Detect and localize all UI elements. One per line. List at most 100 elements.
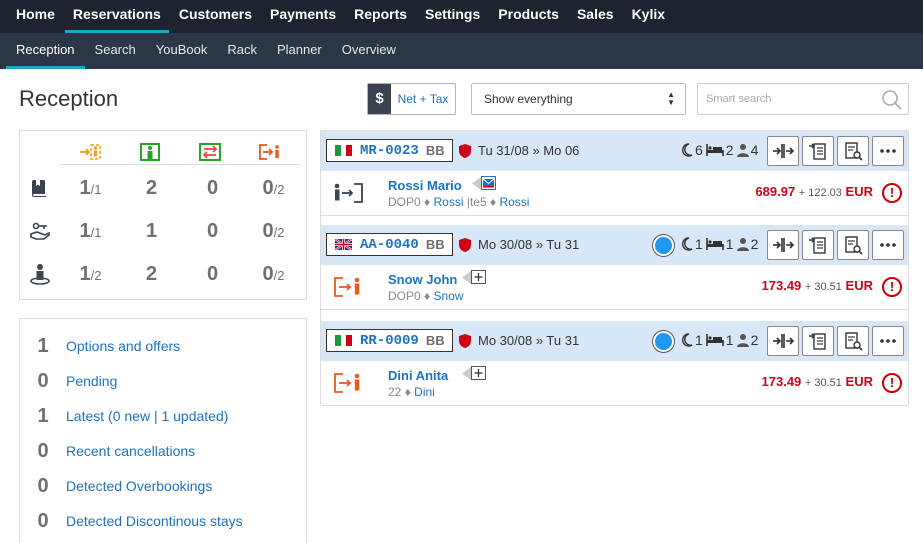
- stat-switch-cell[interactable]: 0: [182, 220, 243, 243]
- tag-icon[interactable]: [461, 270, 486, 284]
- link-label[interactable]: Detected Overbookings: [66, 478, 212, 494]
- smart-search-input[interactable]: Smart search: [697, 83, 909, 115]
- alert-icon[interactable]: !: [882, 373, 902, 393]
- documents-button[interactable]: [802, 326, 834, 356]
- status-dot[interactable]: [653, 331, 674, 352]
- more-options-button[interactable]: [872, 230, 904, 260]
- board-type: BB: [425, 333, 445, 348]
- guest-surname-link[interactable]: Rossi: [433, 195, 463, 209]
- guests-count: 4: [750, 142, 759, 158]
- more-options-button[interactable]: [872, 326, 904, 356]
- nav-reservations[interactable]: Reservations: [64, 0, 169, 33]
- email-icon[interactable]: [481, 176, 496, 190]
- person-icon: [736, 144, 749, 157]
- guest-surname-link[interactable]: Dini: [414, 385, 435, 399]
- guest-name[interactable]: Snow John: [388, 272, 457, 287]
- departure-icon[interactable]: [240, 139, 300, 164]
- split-button[interactable]: [767, 136, 799, 166]
- bed-icon: [705, 334, 724, 346]
- reservation-actions: [764, 136, 904, 166]
- rooms-count: 1: [725, 332, 734, 348]
- person-icon: [736, 238, 749, 251]
- reservation-code-box[interactable]: AA-0040 BB: [326, 233, 453, 256]
- nav-sales[interactable]: Sales: [569, 0, 622, 33]
- stat-switch-cell[interactable]: 0: [182, 263, 243, 286]
- reservation-code-box[interactable]: RR-0009 BB: [326, 329, 453, 352]
- guest-surname-link[interactable]: Snow: [433, 289, 463, 303]
- split-button[interactable]: [767, 326, 799, 356]
- link-recent-cancellations: 0 Recent cancellations: [20, 436, 195, 466]
- link-label[interactable]: Options and offers: [66, 338, 180, 354]
- link-count: 0: [37, 474, 49, 497]
- subnav-search[interactable]: Search: [85, 33, 146, 69]
- split-button[interactable]: [767, 230, 799, 260]
- documents-button[interactable]: [802, 230, 834, 260]
- link-label[interactable]: Detected Discontinous stays: [66, 513, 243, 529]
- link-latest: 1 Latest (0 new | 1 updated): [20, 401, 228, 431]
- nav-payments[interactable]: Payments: [262, 0, 344, 33]
- nav-kylix[interactable]: Kylix: [624, 0, 673, 33]
- tag-icon[interactable]: [471, 176, 496, 190]
- room-switch-icon[interactable]: [180, 139, 240, 164]
- stat-present-cell[interactable]: 2: [121, 177, 182, 200]
- stats-panel: 1/1 2 0 0/2 1/1 1 0 0/2 1/2 2 0 0/2: [19, 130, 307, 300]
- link-label[interactable]: Recent cancellations: [66, 443, 195, 459]
- stat-switch-cell[interactable]: 0: [182, 177, 243, 200]
- reservation-price: 173.49 + 30.51 EUR: [761, 374, 873, 389]
- nav-customers[interactable]: Customers: [171, 0, 260, 33]
- subnav-planner[interactable]: Planner: [267, 33, 332, 69]
- stat-arrivals-cell[interactable]: 1/1: [60, 177, 121, 200]
- stay-counts: 6 2 4: [681, 142, 761, 158]
- person-icon: [736, 334, 749, 347]
- reservation-code-box[interactable]: MR-0023 BB: [326, 139, 453, 162]
- present-icon[interactable]: [120, 139, 180, 164]
- key-hand-icon: [20, 220, 60, 242]
- moon-icon: [682, 237, 693, 251]
- rooms-count: 1: [725, 236, 734, 252]
- subnav-overview[interactable]: Overview: [332, 33, 406, 69]
- more-options-button[interactable]: [872, 136, 904, 166]
- nights-count: 1: [695, 332, 703, 348]
- check-in-icon[interactable]: [333, 182, 365, 209]
- link-pending: 0 Pending: [20, 366, 117, 396]
- arrival-icon[interactable]: [60, 139, 120, 164]
- add-icon[interactable]: [471, 270, 486, 284]
- subnav-rack[interactable]: Rack: [217, 33, 267, 69]
- invoice-preview-button[interactable]: [837, 326, 869, 356]
- guest-name[interactable]: Dini Anita: [388, 368, 448, 383]
- reservation-price: 689.97 + 122.03 EUR: [755, 184, 873, 199]
- search-icon[interactable]: [880, 88, 904, 124]
- link-label[interactable]: Latest (0 new | 1 updated): [66, 408, 228, 424]
- alert-icon[interactable]: !: [882, 183, 902, 203]
- nav-home[interactable]: Home: [8, 0, 63, 33]
- stat-departures-cell[interactable]: 0/2: [243, 177, 304, 200]
- nav-products[interactable]: Products: [490, 0, 567, 33]
- subnav-youbook[interactable]: YouBook: [146, 33, 218, 69]
- documents-button[interactable]: [802, 136, 834, 166]
- stat-departures-cell[interactable]: 0/2: [243, 220, 304, 243]
- stat-departures-cell[interactable]: 0/2: [243, 263, 304, 286]
- tag-icon[interactable]: [461, 366, 486, 380]
- stat-arrivals-cell[interactable]: 1/1: [60, 220, 121, 243]
- guest-surname-link-2[interactable]: Rossi: [499, 195, 529, 209]
- alert-icon[interactable]: !: [882, 277, 902, 297]
- status-dot[interactable]: [653, 235, 674, 256]
- link-label[interactable]: Pending: [66, 373, 117, 389]
- check-out-icon[interactable]: [333, 372, 365, 399]
- guest-name[interactable]: Rossi Mario: [388, 178, 462, 193]
- filter-select[interactable]: Show everything ▲ ▼: [471, 83, 686, 115]
- stat-arrivals-cell[interactable]: 1/2: [60, 263, 121, 286]
- nav-reports[interactable]: Reports: [346, 0, 415, 33]
- link-count: 0: [37, 369, 49, 392]
- stat-present-cell[interactable]: 1: [121, 220, 182, 243]
- guests-count: 2: [750, 332, 759, 348]
- add-icon[interactable]: [471, 366, 486, 380]
- stat-present-cell[interactable]: 2: [121, 263, 182, 286]
- invoice-preview-button[interactable]: [837, 136, 869, 166]
- rooms-count: 2: [725, 142, 734, 158]
- check-out-icon[interactable]: [333, 276, 365, 303]
- tax-toggle-button[interactable]: $ Net + Tax: [367, 83, 456, 115]
- nav-settings[interactable]: Settings: [417, 0, 488, 33]
- invoice-preview-button[interactable]: [837, 230, 869, 260]
- subnav-reception[interactable]: Reception: [6, 33, 85, 69]
